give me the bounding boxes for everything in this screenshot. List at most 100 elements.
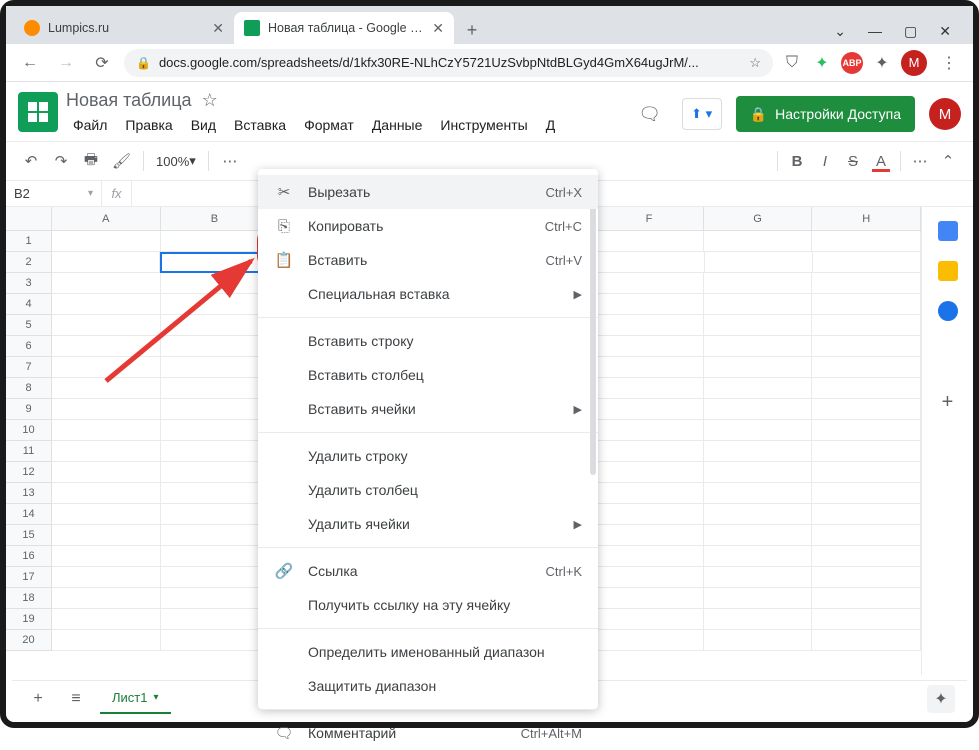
row-header[interactable]: 10	[6, 420, 52, 441]
cell[interactable]	[812, 441, 921, 462]
close-icon[interactable]: ✕	[212, 20, 224, 37]
url-bar[interactable]: 🔒 docs.google.com/spreadsheets/d/1kfx30R…	[124, 49, 773, 77]
col-header[interactable]: B	[161, 207, 270, 230]
cell[interactable]	[812, 588, 921, 609]
redo-button[interactable]: ↷	[48, 148, 74, 174]
cell[interactable]	[595, 588, 704, 609]
collapse-toolbar[interactable]: ⌃	[935, 148, 961, 174]
cell[interactable]	[812, 315, 921, 336]
cell[interactable]	[161, 441, 270, 462]
cell[interactable]	[595, 567, 704, 588]
cell[interactable]	[52, 609, 161, 630]
row-header[interactable]: 4	[6, 294, 52, 315]
cell[interactable]	[812, 420, 921, 441]
cell[interactable]	[596, 252, 704, 273]
tasks-icon[interactable]	[938, 301, 958, 321]
row-header[interactable]: 8	[6, 378, 52, 399]
cell[interactable]	[595, 420, 704, 441]
context-menu-item[interactable]: 🗨КомментарийCtrl+Alt+M	[258, 716, 598, 750]
row-header[interactable]: 15	[6, 525, 52, 546]
cell[interactable]	[595, 609, 704, 630]
row-header[interactable]: 7	[6, 357, 52, 378]
cell[interactable]	[52, 315, 161, 336]
menu-edit[interactable]: Правка	[118, 113, 179, 137]
context-menu-item[interactable]: Вставить столбец	[258, 358, 598, 392]
cell[interactable]	[161, 315, 270, 336]
bold-button[interactable]: B	[784, 148, 810, 174]
cell[interactable]	[52, 630, 161, 651]
all-sheets-button[interactable]: ≡	[62, 685, 90, 713]
cell[interactable]	[705, 252, 813, 273]
close-window-icon[interactable]: ✕	[939, 23, 951, 40]
cell[interactable]	[595, 504, 704, 525]
context-menu-item[interactable]: Удалить строку	[258, 439, 598, 473]
maximize-icon[interactable]: ▢	[904, 23, 917, 40]
cell[interactable]	[812, 546, 921, 567]
cell[interactable]	[52, 252, 160, 273]
extensions-icon[interactable]: ✦	[871, 52, 893, 74]
text-color-button[interactable]: A	[868, 148, 894, 174]
extension-tracker-icon[interactable]: ⛉	[781, 52, 803, 74]
cell[interactable]	[704, 441, 813, 462]
cell[interactable]	[595, 525, 704, 546]
cell[interactable]	[704, 567, 813, 588]
reload-button[interactable]: ⟳	[88, 49, 116, 77]
cell[interactable]	[161, 357, 270, 378]
cell[interactable]	[704, 525, 813, 546]
chevron-down-icon[interactable]: ⌄	[834, 23, 846, 40]
cell[interactable]	[52, 546, 161, 567]
present-button[interactable]: ⬆ ▾	[682, 98, 722, 130]
cell[interactable]	[52, 588, 161, 609]
select-all-corner[interactable]	[6, 207, 52, 230]
row-header[interactable]: 6	[6, 336, 52, 357]
cell[interactable]	[595, 441, 704, 462]
browser-tab-active[interactable]: Новая таблица - Google Табли... ✕	[234, 12, 454, 44]
cell[interactable]	[704, 483, 813, 504]
cell[interactable]	[161, 294, 270, 315]
row-header[interactable]: 2	[6, 252, 52, 273]
row-header[interactable]: 19	[6, 609, 52, 630]
cell[interactable]	[595, 336, 704, 357]
context-menu-item[interactable]: Защитить диапазон	[258, 669, 598, 703]
context-menu-item[interactable]: ✂ВырезатьCtrl+X	[258, 175, 598, 209]
cell[interactable]	[704, 420, 813, 441]
row-header[interactable]: 1	[6, 231, 52, 252]
row-header[interactable]: 16	[6, 546, 52, 567]
cell[interactable]	[704, 588, 813, 609]
star-icon[interactable]: ☆	[202, 90, 218, 111]
menu-insert[interactable]: Вставка	[227, 113, 293, 137]
back-button[interactable]: ←	[16, 49, 44, 77]
cell[interactable]	[161, 336, 270, 357]
zoom-select[interactable]: 100% ▾	[152, 148, 200, 174]
cell[interactable]	[812, 399, 921, 420]
cell[interactable]	[704, 630, 813, 651]
cell[interactable]	[161, 399, 270, 420]
context-menu-item[interactable]: Специальная вставка▶	[258, 277, 598, 311]
cell[interactable]	[704, 315, 813, 336]
row-header[interactable]: 17	[6, 567, 52, 588]
profile-avatar[interactable]: М	[901, 50, 927, 76]
cell[interactable]	[161, 462, 270, 483]
star-icon[interactable]: ☆	[749, 55, 761, 71]
browser-tab[interactable]: Lumpics.ru ✕	[14, 12, 234, 44]
col-header[interactable]: G	[704, 207, 813, 230]
context-menu-item[interactable]: Вставить строку	[258, 324, 598, 358]
col-header[interactable]: F	[595, 207, 704, 230]
add-sheet-button[interactable]: +	[24, 685, 52, 713]
cell[interactable]	[595, 357, 704, 378]
cell[interactable]	[595, 399, 704, 420]
cell[interactable]	[812, 273, 921, 294]
context-menu-item[interactable]: Получить ссылку на эту ячейку	[258, 588, 598, 622]
context-menu-item[interactable]: 📋ВставитьCtrl+V	[258, 243, 598, 277]
doc-title[interactable]: Новая таблица	[66, 90, 192, 111]
cell[interactable]	[52, 357, 161, 378]
cell[interactable]	[595, 483, 704, 504]
context-menu-item[interactable]: Удалить ячейки▶	[258, 507, 598, 541]
cell[interactable]	[52, 294, 161, 315]
cell[interactable]	[812, 231, 921, 252]
menu-data[interactable]: Данные	[365, 113, 430, 137]
strike-button[interactable]: S	[840, 148, 866, 174]
cell[interactable]	[52, 483, 161, 504]
cell[interactable]	[704, 231, 813, 252]
cell[interactable]	[595, 462, 704, 483]
